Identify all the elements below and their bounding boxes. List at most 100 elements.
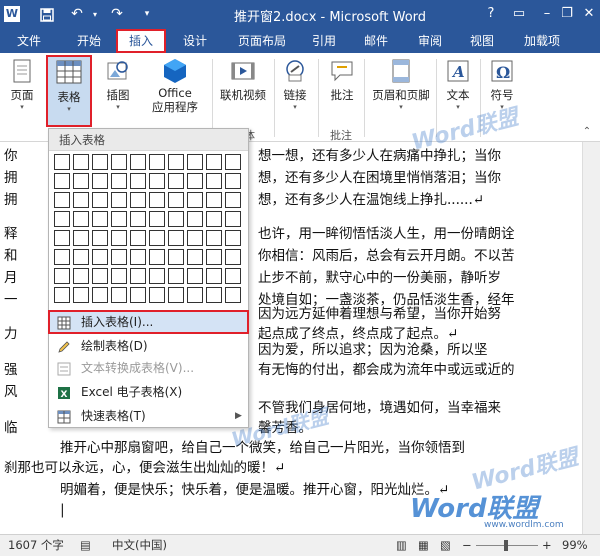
grid-cell[interactable] (225, 230, 241, 246)
menu-item-draw-table[interactable]: 绘制表格(D) (49, 335, 248, 357)
zoom-level[interactable]: 99% (562, 535, 588, 556)
grid-cell[interactable] (206, 287, 222, 303)
grid-cell[interactable] (111, 173, 127, 189)
grid-cell[interactable] (225, 192, 241, 208)
grid-cell[interactable] (206, 249, 222, 265)
grid-cell[interactable] (73, 192, 89, 208)
grid-cell[interactable] (130, 154, 146, 170)
page-button[interactable]: 页面 ▾ (4, 57, 40, 125)
grid-cell[interactable] (206, 192, 222, 208)
grid-cell[interactable] (111, 211, 127, 227)
grid-cell[interactable] (149, 211, 165, 227)
grid-cell[interactable] (92, 249, 108, 265)
grid-cell[interactable] (54, 230, 70, 246)
tab-review[interactable]: 审阅 (410, 29, 450, 53)
save-icon[interactable] (36, 5, 58, 24)
grid-cell[interactable] (187, 192, 203, 208)
grid-cell[interactable] (149, 192, 165, 208)
tab-mailings[interactable]: 邮件 (356, 29, 396, 53)
office-apps-button[interactable]: Office 应用程序 (140, 57, 210, 125)
tab-insert[interactable]: 插入 (116, 29, 166, 53)
grid-cell[interactable] (149, 287, 165, 303)
grid-cell[interactable] (149, 154, 165, 170)
print-layout-icon[interactable]: ▦ (418, 535, 429, 556)
grid-cell[interactable] (92, 287, 108, 303)
grid-cell[interactable] (225, 211, 241, 227)
grid-cell[interactable] (73, 268, 89, 284)
menu-item-convert-text[interactable]: 文本转换成表格(V)... (49, 357, 248, 379)
online-video-button[interactable]: 联机视频 (214, 57, 272, 125)
grid-cell[interactable] (225, 287, 241, 303)
comment-button[interactable]: 批注 (324, 57, 360, 125)
grid-cell[interactable] (130, 268, 146, 284)
grid-cell[interactable] (92, 154, 108, 170)
word-count[interactable]: 1607 个字 (8, 535, 64, 556)
grid-cell[interactable] (73, 249, 89, 265)
grid-cell[interactable] (225, 173, 241, 189)
tab-design[interactable]: 设计 (172, 29, 218, 53)
vertical-scrollbar[interactable] (582, 142, 600, 534)
grid-cell[interactable] (92, 211, 108, 227)
grid-cell[interactable] (54, 154, 70, 170)
close-button[interactable]: ✕ (578, 3, 600, 25)
grid-cell[interactable] (149, 230, 165, 246)
menu-item-insert-table[interactable]: 插入表格(I)... (48, 310, 249, 334)
grid-cell[interactable] (168, 173, 184, 189)
customize-quick-access-icon[interactable]: ▾ (136, 5, 158, 24)
grid-cell[interactable] (92, 192, 108, 208)
restore-button[interactable]: ❐ (556, 3, 578, 25)
zoom-slider-thumb[interactable] (504, 540, 508, 551)
grid-cell[interactable] (149, 268, 165, 284)
grid-cell[interactable] (130, 230, 146, 246)
grid-cell[interactable] (149, 173, 165, 189)
tab-view[interactable]: 视图 (462, 29, 502, 53)
grid-cell[interactable] (187, 211, 203, 227)
illustration-button[interactable]: 插图 ▾ (100, 57, 136, 125)
grid-cell[interactable] (168, 192, 184, 208)
grid-cell[interactable] (111, 230, 127, 246)
grid-cell[interactable] (206, 230, 222, 246)
grid-cell[interactable] (54, 211, 70, 227)
grid-cell[interactable] (225, 249, 241, 265)
grid-cell[interactable] (149, 249, 165, 265)
grid-cell[interactable] (130, 192, 146, 208)
proofing-icon[interactable]: ▤ (80, 535, 91, 556)
grid-cell[interactable] (206, 211, 222, 227)
menu-item-quick-tables[interactable]: 快速表格(T) ▶ (49, 405, 248, 427)
ribbon-display-options-icon[interactable]: ▭ (508, 3, 530, 25)
web-layout-icon[interactable]: ▧ (440, 535, 451, 556)
tab-home[interactable]: 开始 (66, 29, 112, 53)
redo-icon[interactable]: ↷ (106, 5, 128, 24)
tab-file[interactable]: 文件 (0, 29, 58, 53)
grid-cell[interactable] (111, 154, 127, 170)
zoom-in-icon[interactable]: + (542, 535, 552, 556)
grid-cell[interactable] (225, 154, 241, 170)
grid-cell[interactable] (54, 173, 70, 189)
grid-cell[interactable] (73, 154, 89, 170)
read-mode-icon[interactable]: ▥ (396, 535, 407, 556)
grid-cell[interactable] (168, 211, 184, 227)
undo-dropdown-icon[interactable]: ▾ (84, 5, 106, 24)
collapse-ribbon-icon[interactable]: ⌃ (576, 121, 598, 143)
grid-cell[interactable] (73, 230, 89, 246)
menu-item-excel-spreadsheet[interactable]: X Excel 电子表格(X) (49, 381, 248, 403)
grid-cell[interactable] (54, 249, 70, 265)
grid-cell[interactable] (111, 268, 127, 284)
grid-cell[interactable] (92, 173, 108, 189)
grid-cell[interactable] (130, 249, 146, 265)
grid-cell[interactable] (54, 287, 70, 303)
grid-cell[interactable] (206, 268, 222, 284)
grid-cell[interactable] (73, 173, 89, 189)
grid-cell[interactable] (73, 287, 89, 303)
word-app-icon[interactable]: W (4, 6, 20, 22)
minimize-button[interactable]: – (536, 3, 558, 25)
link-button[interactable]: 链接 ▾ (278, 57, 312, 125)
grid-cell[interactable] (187, 173, 203, 189)
grid-cell[interactable] (92, 268, 108, 284)
grid-cell[interactable] (54, 192, 70, 208)
grid-cell[interactable] (92, 230, 108, 246)
grid-cell[interactable] (168, 268, 184, 284)
grid-cell[interactable] (187, 154, 203, 170)
header-footer-button[interactable]: 页眉和页脚 ▾ (368, 57, 434, 125)
grid-cell[interactable] (187, 268, 203, 284)
